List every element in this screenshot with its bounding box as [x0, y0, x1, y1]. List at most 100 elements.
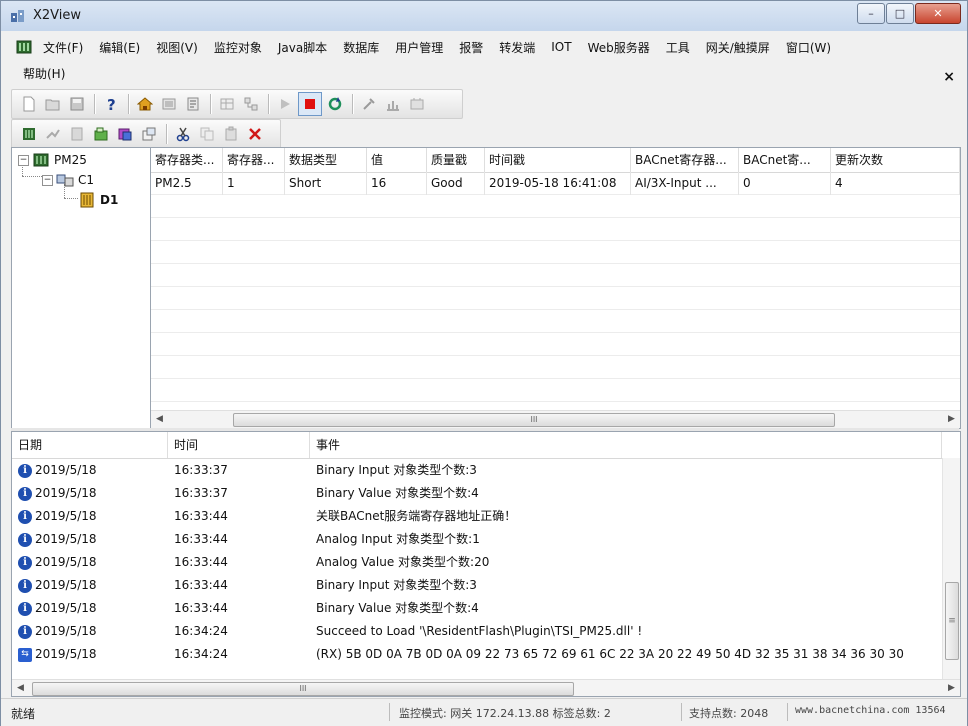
log-row[interactable]: i 2019/5/18 16:33:37 Binary Input 对象类型个数:3 — [12, 459, 942, 482]
log-date: 2019/5/18 — [35, 578, 97, 592]
mdi-close-button[interactable]: × — [943, 69, 955, 85]
scroll-thumb[interactable]: III — [32, 682, 574, 696]
menu-item[interactable]: Web服务器 — [580, 39, 658, 56]
close-button[interactable]: ✕ — [915, 3, 961, 24]
tree-expander[interactable]: − — [42, 174, 53, 186]
menu-item[interactable]: 视图(V) — [148, 39, 206, 56]
menu-item[interactable]: 用户管理 — [387, 39, 451, 56]
log-column-header[interactable]: 时间 — [168, 432, 310, 458]
save-icon — [70, 97, 84, 111]
save-button[interactable] — [66, 93, 88, 115]
scroll-right-icon[interactable]: ▶ — [943, 680, 960, 696]
toolbar-standard: ? — [11, 89, 463, 119]
add-tag-button[interactable] — [114, 123, 136, 145]
grid-row[interactable]: PM2.5 1 Short 16 Good 2019-05-18 16:41:08 AI/3… — [151, 172, 960, 195]
add-project-button[interactable] — [18, 123, 40, 145]
scroll-left-icon[interactable]: ◀ — [151, 411, 168, 428]
add-group-button[interactable] — [90, 123, 112, 145]
menu-item[interactable]: 数据库 — [335, 39, 387, 56]
home-button[interactable] — [134, 93, 156, 115]
mdi-child-icon[interactable] — [15, 39, 33, 55]
grid-column-header[interactable]: 值 — [367, 148, 427, 172]
grid-column-header[interactable]: 数据类型 — [285, 148, 367, 172]
log-row[interactable]: i 2019/5/18 16:34:24 Succeed to Load '\Resi… — [12, 620, 942, 643]
menu-item[interactable]: 文件(F) — [35, 39, 91, 56]
new-button[interactable] — [18, 93, 40, 115]
import-icon — [142, 127, 156, 141]
tree-node-device[interactable]: D1 — [78, 190, 118, 210]
channel-icon — [46, 129, 60, 139]
menu-item[interactable]: 报警 — [451, 39, 491, 56]
grid-column-header[interactable]: 时间戳 — [485, 148, 631, 172]
log-event: Binary Input 对象类型个数:3 — [316, 578, 477, 592]
status-bar: 就绪 监控模式: 网关 172.24.13.88 标签总数: 2 支持点数: 2… — [1, 698, 967, 726]
cut-button[interactable] — [172, 123, 194, 145]
toolbar-separator — [128, 94, 130, 114]
add-channel-button[interactable] — [42, 123, 64, 145]
scroll-thumb[interactable]: ≡ — [945, 582, 959, 660]
report-button[interactable] — [182, 93, 204, 115]
rx-icon: ⇆ — [18, 647, 32, 662]
menu-item[interactable]: 帮助(H) — [15, 65, 73, 82]
device-button[interactable] — [406, 93, 428, 115]
project-icon — [23, 128, 35, 140]
grid-column-header[interactable]: BACnet寄... — [739, 148, 831, 172]
scroll-right-icon[interactable]: ▶ — [943, 411, 960, 428]
grid-horizontal-scrollbar[interactable]: ◀ III ▶ — [151, 410, 960, 428]
open-button[interactable] — [42, 93, 64, 115]
log-column-header[interactable]: 事件 — [310, 432, 942, 458]
tools-button[interactable] — [358, 93, 380, 115]
paste-button[interactable] — [220, 123, 242, 145]
scroll-thumb[interactable]: III — [233, 413, 835, 427]
log-horizontal-scrollbar[interactable]: ◀ III ▶ — [12, 679, 960, 696]
table-button[interactable] — [216, 93, 238, 115]
log-vertical-scrollbar[interactable]: ≡ — [942, 458, 960, 679]
grid-column-header[interactable]: 质量戳 — [427, 148, 485, 172]
chart-button[interactable] — [382, 93, 404, 115]
log-row[interactable]: i 2019/5/18 16:33:44 Binary Value 对象类型个数:4 — [12, 597, 942, 620]
open-folder-icon — [45, 99, 60, 111]
minimize-button[interactable]: – — [857, 3, 885, 24]
scroll-grip: ≡ — [948, 616, 956, 626]
stop-button[interactable] — [298, 92, 322, 116]
menu-item[interactable]: 窗口(W) — [778, 39, 839, 56]
grid-column-header[interactable]: 寄存器类... — [151, 148, 223, 172]
grid-column-header[interactable]: BACnet寄存器... — [631, 148, 739, 172]
tree-node-root[interactable]: − PM25 — [18, 150, 87, 170]
log-row[interactable]: i 2019/5/18 16:33:44 Analog Value 对象类型个数:20 — [12, 551, 942, 574]
tree-node-channel[interactable]: − C1 — [42, 170, 94, 190]
log-date: 2019/5/18 — [35, 624, 97, 638]
menu-item[interactable]: Java脚本 — [270, 39, 335, 56]
status-mode: 监控模式: 网关 172.24.13.88 标签总数: 2 — [399, 707, 611, 720]
wrench-icon — [363, 98, 375, 110]
refresh-button[interactable] — [324, 93, 346, 115]
tree-expander[interactable]: − — [18, 154, 29, 166]
grid-column-header[interactable]: 寄存器... — [223, 148, 285, 172]
help-button[interactable]: ? — [100, 93, 122, 115]
menu-item[interactable]: 转发端 — [491, 39, 543, 56]
log-row[interactable]: ⇆ 2019/5/18 16:34:24 (RX) 5B 0D 0A 7B 0D 0A… — [12, 643, 942, 666]
delete-button[interactable] — [244, 123, 266, 145]
log-time: 16:33:44 — [174, 601, 228, 615]
log-row[interactable]: i 2019/5/18 16:33:44 Analog Input 对象类型个数:1 — [12, 528, 942, 551]
log-row[interactable]: i 2019/5/18 16:33:44 Binary Input 对象类型个数:3 — [12, 574, 942, 597]
log-row[interactable]: i 2019/5/18 16:33:37 Binary Value 对象类型个数:4 — [12, 482, 942, 505]
run-button[interactable] — [274, 93, 296, 115]
list-button[interactable] — [158, 93, 180, 115]
menu-item[interactable]: 工具 — [658, 39, 698, 56]
menu-item[interactable]: 编辑(E) — [91, 39, 148, 56]
import-button[interactable] — [138, 123, 160, 145]
log-column-header[interactable]: 日期 — [12, 432, 168, 458]
menu-item[interactable]: 网关/触摸屏 — [698, 39, 778, 56]
scroll-left-icon[interactable]: ◀ — [12, 680, 29, 696]
network-button[interactable] — [240, 93, 262, 115]
menu-item[interactable]: 监控对象 — [206, 39, 270, 56]
maximize-button[interactable]: □ — [886, 3, 914, 24]
add-device-button[interactable] — [66, 123, 88, 145]
svg-text:?: ? — [107, 96, 116, 112]
copy-button[interactable] — [196, 123, 218, 145]
log-row[interactable]: i 2019/5/18 16:33:44 关联BACnet服务端寄存器地址正确！ — [12, 505, 942, 528]
menu-item[interactable]: IOT — [543, 40, 579, 54]
grid-column-header[interactable]: 更新次数 — [831, 148, 960, 172]
title-bar[interactable]: X2View – □ ✕ — [1, 1, 967, 31]
